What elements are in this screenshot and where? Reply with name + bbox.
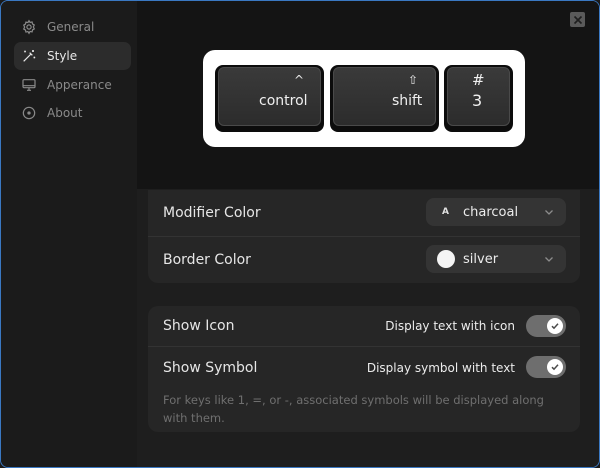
border-color-dropdown[interactable]: silver	[426, 245, 566, 273]
main-content: ^ control ⇧ shift # 3 Modifier Color A c…	[137, 1, 599, 467]
sidebar-item-label: Style	[47, 49, 78, 63]
magic-wand-icon	[20, 47, 38, 65]
modifier-color-label: Modifier Color	[163, 205, 261, 221]
show-symbol-description: Display symbol with text	[366, 361, 515, 375]
key-label: control	[259, 93, 308, 109]
key-3: # 3	[444, 65, 513, 132]
show-icon-toggle[interactable]	[526, 315, 566, 337]
modifier-color-dropdown[interactable]: A charcoal	[426, 198, 566, 226]
key-shift: ⇧ shift	[330, 65, 439, 132]
key-label: shift	[392, 93, 423, 109]
sidebar-item-label: About	[47, 106, 83, 120]
border-color-row: Border Color silver	[148, 237, 580, 283]
show-symbol-label: Show Symbol	[163, 360, 258, 376]
modifier-swatch: A	[442, 207, 449, 217]
show-icon-description: Display text with icon	[385, 319, 515, 333]
color-settings-panel: Modifier Color A charcoal Border Color s…	[148, 190, 580, 283]
sidebar-item-label: General	[47, 20, 95, 34]
sidebar-item-general[interactable]: General	[14, 13, 131, 41]
close-icon	[573, 15, 582, 24]
dropdown-value: charcoal	[463, 204, 519, 220]
key-label: 3	[472, 91, 483, 110]
key-control: ^ control	[215, 65, 324, 132]
gear-icon	[20, 18, 38, 36]
sidebar-item-apperance[interactable]: Apperance	[14, 71, 131, 99]
chevron-down-icon	[545, 210, 553, 215]
modifier-color-row: Modifier Color A charcoal	[148, 190, 580, 236]
key-symbol: ⇧	[408, 73, 419, 87]
close-button[interactable]	[570, 12, 585, 27]
sidebar-item-about[interactable]: About	[14, 99, 131, 127]
symbol-note: For keys like 1, =, or -, associated sym…	[163, 393, 544, 425]
sidebar-item-label: Apperance	[47, 78, 112, 92]
key-preview-area: ^ control ⇧ shift # 3	[137, 1, 599, 189]
sidebar-item-style[interactable]: Style	[14, 42, 131, 70]
monitor-icon	[20, 76, 38, 94]
check-icon	[551, 364, 559, 371]
border-swatch	[437, 250, 455, 268]
display-settings-panel: Show Icon Display text with icon Show Sy…	[148, 306, 580, 432]
sidebar: General Style Apperance About	[1, 1, 137, 467]
chevron-down-icon	[545, 257, 553, 262]
show-symbol-toggle[interactable]	[526, 356, 566, 378]
settings-window: General Style Apperance About ^ control …	[0, 0, 600, 468]
check-icon	[551, 323, 559, 330]
show-symbol-row: Show Symbol Display symbol with text	[148, 347, 580, 389]
info-circle-icon	[20, 104, 38, 122]
key-symbol: #	[472, 71, 485, 89]
border-color-label: Border Color	[163, 252, 251, 268]
key-symbol: ^	[294, 73, 305, 87]
dropdown-value: silver	[463, 251, 499, 267]
show-icon-row: Show Icon Display text with icon	[148, 306, 580, 346]
keys-preview-card: ^ control ⇧ shift # 3	[203, 50, 525, 147]
show-icon-label: Show Icon	[163, 318, 235, 334]
